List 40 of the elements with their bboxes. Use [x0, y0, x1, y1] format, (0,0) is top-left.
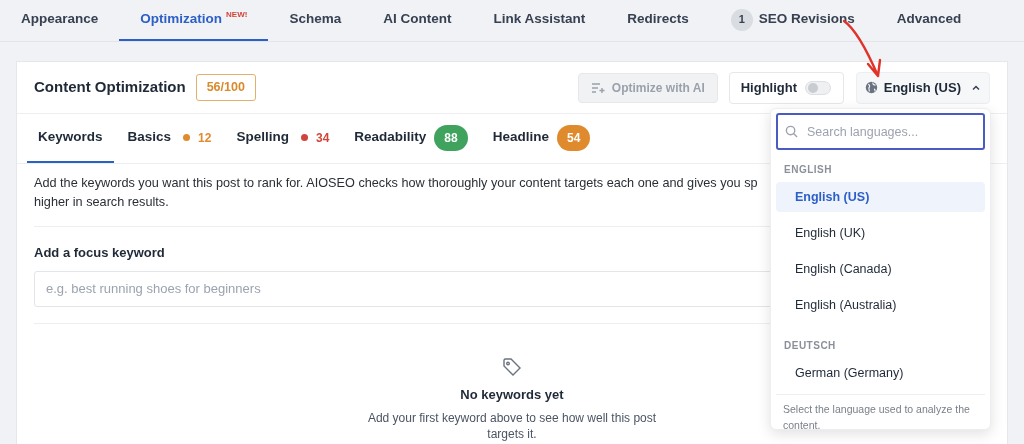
language-option[interactable]: English (UK) — [776, 218, 985, 248]
language-button[interactable]: English (US) — [855, 71, 990, 104]
panel-title: Content Optimization — [34, 77, 186, 98]
issue-count: 12 — [198, 129, 212, 147]
top-tab[interactable]: Appearance — [0, 0, 120, 41]
sub-tab[interactable]: Spelling 34 — [225, 114, 341, 163]
top-tab[interactable]: Link Assistant — [472, 0, 607, 41]
highlight-toggle[interactable] — [805, 80, 832, 95]
score-badge: 56/100 — [195, 74, 256, 101]
top-tab[interactable]: Redirects — [606, 0, 710, 41]
top-tab[interactable]: Schema — [268, 0, 363, 41]
top-tab[interactable]: Advanced — [875, 0, 983, 41]
field-label: Add a focus keyword — [34, 244, 166, 262]
group-heading: ENGLISH — [783, 163, 833, 177]
group-heading: DEUTSCH — [783, 339, 837, 353]
dropdown-footer: Select the language used to analyze the content. — [776, 394, 985, 433]
language-search-field[interactable]: Search languages... — [776, 113, 985, 150]
empty-state-text: Add your first keyword above to see how well this post targets it. — [366, 410, 658, 442]
empty-state-title: No keywords yet — [460, 385, 564, 404]
top-tab[interactable]: AI Content — [362, 0, 473, 41]
highlight-control[interactable]: Highlight — [728, 71, 844, 104]
sub-tab[interactable]: Keywords — [27, 114, 114, 163]
score-pill: 54 — [557, 124, 591, 151]
description-text: Add the keywords you want this post to rank for. AIOSEO checks how thoroughly your content targets each one and gives you sp — [34, 175, 758, 192]
sub-tab[interactable]: Readability 88 — [343, 114, 479, 163]
score-pill: 88 — [434, 124, 468, 151]
top-tab[interactable]: 1 SEO Revisions — [709, 0, 876, 41]
language-option[interactable]: German (Germany) — [776, 358, 985, 388]
top-tab[interactable]: Optimization NEW! — [119, 0, 269, 41]
globe-icon — [864, 81, 878, 94]
language-option[interactable]: English (US) — [776, 182, 985, 212]
description-text: higher in search results. — [34, 194, 169, 211]
tag-icon — [502, 356, 522, 377]
search-icon — [785, 125, 798, 138]
count-badge: 1 — [730, 8, 753, 31]
list-sparkle-icon — [590, 81, 605, 94]
sub-tab[interactable]: Headline 54 — [481, 114, 602, 163]
sub-tab[interactable]: Basics 12 — [116, 114, 223, 163]
new-label: NEW! — [226, 9, 248, 20]
issue-count: 34 — [315, 129, 330, 147]
